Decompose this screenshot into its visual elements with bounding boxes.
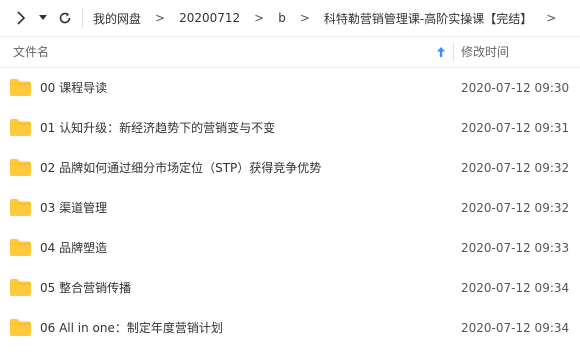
file-modified-time: 2020-07-12 09:34	[461, 281, 570, 295]
file-name: 01 认知升级：新经济趋势下的营销变与不变	[40, 121, 276, 135]
file-modified-time: 2020-07-12 09:33	[461, 241, 570, 255]
chevron-right-icon	[17, 11, 26, 25]
file-modified-time: 2020-07-12 09:30	[461, 81, 570, 95]
folder-icon	[10, 79, 31, 96]
file-row[interactable]: 04 品牌塑造 2020-07-12 09:33	[0, 228, 580, 268]
file-row[interactable]: 03 渠道管理 2020-07-12 09:32	[0, 188, 580, 228]
folder-icon	[10, 119, 31, 136]
toolbar-divider	[82, 8, 83, 28]
column-header-name[interactable]: 文件名	[13, 37, 49, 67]
file-row[interactable]: 05 整合营销传播 2020-07-12 09:34	[0, 268, 580, 308]
breadcrumb-item-date-folder[interactable]: 20200712	[179, 11, 240, 25]
file-modified-time: 2020-07-12 09:34	[461, 321, 570, 335]
folder-icon	[10, 279, 31, 296]
file-name: 00 课程导读	[40, 81, 108, 95]
file-name: 04 品牌塑造	[40, 241, 108, 255]
file-name: 02 品牌如何通过细分市场定位（STP）获得竞争优势	[40, 161, 322, 175]
folder-icon	[10, 199, 31, 216]
file-list: 00 课程导读 2020-07-12 09:30 01 认知升级：新经济趋势下的…	[0, 68, 580, 348]
file-modified-time: 2020-07-12 09:32	[461, 161, 570, 175]
breadcrumb-separator: >	[155, 11, 166, 25]
folder-icon	[10, 319, 31, 336]
refresh-icon	[59, 12, 71, 24]
folder-icon	[10, 239, 31, 256]
breadcrumb-separator: >	[254, 11, 265, 25]
breadcrumb: 我的网盘 > 20200712 > b > 科特勒营销管理课-高阶实操课【完结】…	[93, 10, 556, 27]
dropdown-button[interactable]	[32, 0, 54, 36]
folder-icon	[10, 159, 31, 176]
file-name: 06 All in one：制定年度营销计划	[40, 321, 223, 335]
file-modified-time: 2020-07-12 09:32	[461, 201, 570, 215]
forward-button[interactable]	[10, 0, 32, 36]
refresh-button[interactable]	[54, 0, 76, 36]
file-row[interactable]: 02 品牌如何通过细分市场定位（STP）获得竞争优势 2020-07-12 09…	[0, 148, 580, 188]
breadcrumb-item-b[interactable]: b	[278, 11, 286, 25]
column-divider[interactable]	[453, 43, 454, 61]
file-modified-time: 2020-07-12 09:31	[461, 121, 570, 135]
breadcrumb-more-button[interactable]: >	[546, 11, 556, 25]
column-header-modified-time[interactable]: 修改时间	[461, 37, 509, 67]
arrow-up-icon[interactable]	[436, 46, 446, 58]
file-name: 03 渠道管理	[40, 201, 108, 215]
column-header: 文件名 修改时间	[0, 37, 580, 68]
breadcrumb-separator: >	[299, 11, 310, 25]
toolbar: 我的网盘 > 20200712 > b > 科特勒营销管理课-高阶实操课【完结】…	[0, 0, 580, 37]
breadcrumb-item-current[interactable]: 科特勒营销管理课-高阶实操课【完结】	[324, 10, 532, 27]
file-row[interactable]: 06 All in one：制定年度营销计划 2020-07-12 09:34	[0, 308, 580, 348]
file-row[interactable]: 00 课程导读 2020-07-12 09:30	[0, 68, 580, 108]
breadcrumb-item-my-drive[interactable]: 我的网盘	[93, 10, 141, 27]
file-name: 05 整合营销传播	[40, 281, 132, 295]
caret-down-icon	[39, 15, 47, 20]
file-row[interactable]: 01 认知升级：新经济趋势下的营销变与不变 2020-07-12 09:31	[0, 108, 580, 148]
